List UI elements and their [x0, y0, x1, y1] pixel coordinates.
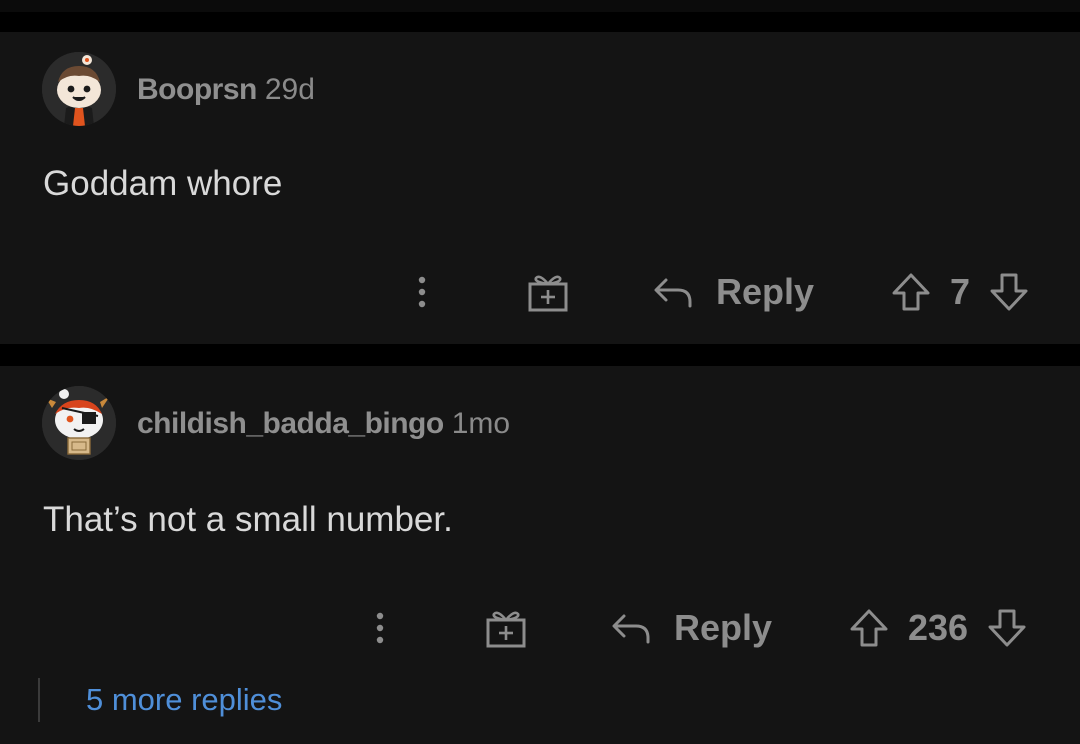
downvote-icon[interactable] [986, 607, 1028, 649]
username[interactable]: childish_badda_bingo [137, 407, 444, 440]
comment-body: That’s not a small number. [43, 500, 453, 539]
top-divider [0, 0, 1080, 12]
more-options-button[interactable] [410, 262, 434, 322]
snoo-avatar-icon [42, 386, 116, 460]
more-options-button[interactable] [368, 598, 392, 658]
avatar[interactable] [42, 386, 116, 460]
vote-score: 236 [908, 607, 969, 648]
award-button[interactable] [526, 262, 570, 322]
more-vertical-icon [418, 276, 426, 308]
avatar[interactable] [42, 52, 116, 126]
comment-age: 1mo [451, 407, 511, 440]
reply-arrow-icon [654, 278, 692, 308]
comment-meta: childish_badda_bingo 1mo [137, 406, 510, 442]
vote-controls: 7 [890, 262, 1030, 322]
comment-age: 29d [264, 73, 315, 106]
more-replies-label: 5 more replies [86, 682, 283, 717]
more-vertical-icon [376, 612, 384, 644]
comment-card: Booprsn 29d Goddam whore Reply 7 [0, 32, 1080, 344]
reply-label: Reply [716, 271, 815, 312]
username[interactable]: Booprsn [137, 73, 257, 106]
comment-actions: Reply 236 [0, 598, 1080, 658]
downvote-icon[interactable] [988, 271, 1030, 313]
vote-controls: 236 [848, 598, 1028, 658]
snoo-avatar-icon [42, 52, 116, 126]
reply-button[interactable]: Reply [610, 598, 772, 658]
comment-card: childish_badda_bingo 1mo That’s not a sma… [0, 366, 1080, 744]
upvote-icon[interactable] [890, 271, 932, 313]
vote-score: 7 [950, 271, 971, 312]
gift-icon [528, 275, 568, 312]
award-button[interactable] [484, 598, 528, 658]
reply-arrow-icon [612, 614, 650, 644]
reply-button[interactable]: Reply [652, 262, 814, 322]
comment-body: Goddam whore [43, 164, 283, 203]
more-replies-link[interactable]: 5 more replies [38, 678, 282, 722]
upvote-icon[interactable] [848, 607, 890, 649]
gift-icon [486, 611, 526, 648]
comment-meta: Booprsn 29d [137, 72, 315, 108]
reply-label: Reply [674, 607, 773, 648]
comment-actions: Reply 7 [0, 262, 1080, 322]
thread-line [38, 678, 40, 722]
